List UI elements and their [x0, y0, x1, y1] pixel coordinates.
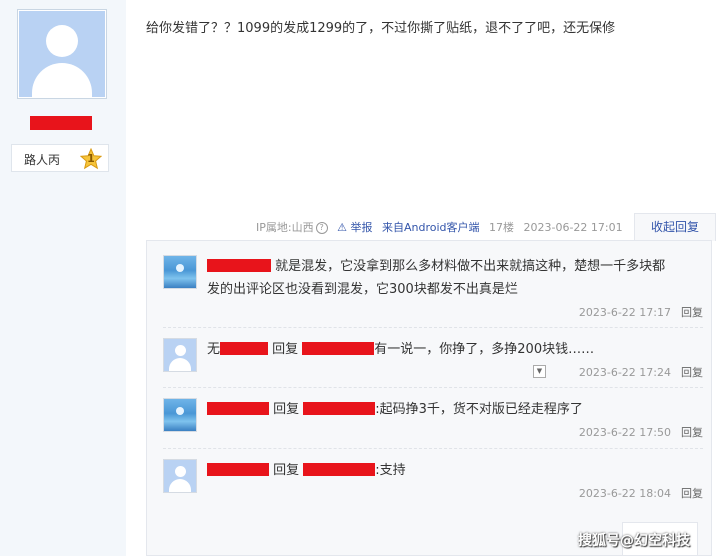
expand-arrow-icon[interactable]: ▼ — [533, 365, 546, 378]
ip-location: IP属地:山西 — [256, 221, 314, 234]
reply-button[interactable]: 回复 — [681, 487, 703, 500]
warning-icon: ⚠ — [337, 221, 347, 234]
username-redacted[interactable] — [220, 342, 269, 355]
post-tail-bar: IP属地:山西? ⚠ 举报 来自Android客户端 17楼 2023-06-2… — [256, 219, 623, 235]
reply-text: 就是混发，它没拿到那么多材料做不出来就搞这种，楚想一千多块都 发的出评论区也没看… — [207, 259, 666, 297]
username-redacted[interactable] — [207, 402, 269, 415]
reply-text: 无 回复 有一说一，你挣了，多挣200块钱…… — [207, 342, 595, 357]
help-icon[interactable]: ? — [315, 222, 328, 234]
reply-meta: 2023-6-22 18:04 回复 — [579, 485, 703, 501]
reply-meta: 2023-6-22 17:17 回复 — [579, 304, 703, 320]
reply-item: 就是混发，它没拿到那么多材料做不出来就搞这种，楚想一千多块都 发的出评论区也没看… — [163, 255, 703, 320]
divider — [163, 327, 703, 328]
target-username-redacted[interactable] — [303, 463, 376, 476]
floor-number: 17楼 — [489, 221, 514, 234]
reply-text: 回复 :支持 — [207, 459, 703, 482]
client-source[interactable]: 来自Android客户端 — [382, 221, 480, 234]
username-redacted[interactable] — [207, 463, 269, 476]
username-redacted[interactable] — [207, 259, 271, 272]
default-avatar-icon — [19, 11, 105, 97]
reply-avatar[interactable] — [163, 459, 197, 493]
author-sidebar: 路人丙 1 — [0, 0, 126, 556]
reply-time: 2023-6-22 17:24 — [578, 366, 671, 379]
reply-text: 回复 :起码挣3千，货不对版已经走程序了 — [207, 398, 703, 421]
reply-button[interactable]: 回复 — [681, 306, 703, 319]
reply-item: 无 回复 有一说一，你挣了，多挣200块钱…… ▼ 2023-6-22 17:2… — [163, 338, 703, 380]
reply-button[interactable]: 回复 — [681, 426, 703, 439]
post-time: 2023-06-22 17:01 — [523, 221, 623, 234]
reply-meta: 2023-6-22 17:24 回复 — [579, 364, 703, 380]
reply-list: 就是混发，它没拿到那么多材料做不出来就搞这种，楚想一千多块都 发的出评论区也没看… — [146, 240, 712, 556]
user-level-badge[interactable]: 路人丙 1 — [11, 144, 109, 172]
poster-name-redacted[interactable] — [30, 116, 92, 130]
reply-meta: 2023-6-22 17:50 回复 — [579, 424, 703, 440]
post-content: 给你发错了？？1099的发成1299的了，不过你撕了贴纸，退不了了吧，还无保修 — [146, 21, 616, 36]
level-number: 1 — [87, 152, 95, 165]
target-username-redacted[interactable] — [303, 402, 376, 415]
reply-time: 2023-6-22 17:17 — [578, 306, 671, 319]
watermark: 搜狐号@幻空科技 — [578, 533, 690, 549]
divider — [163, 448, 703, 449]
divider — [163, 387, 703, 388]
reply-avatar[interactable] — [163, 255, 197, 289]
reply-avatar[interactable] — [163, 338, 197, 372]
reply-button[interactable]: 回复 — [681, 366, 703, 379]
report-link[interactable]: 举报 — [350, 221, 372, 234]
target-username-redacted[interactable] — [302, 342, 375, 355]
level-name: 路人丙 — [24, 153, 61, 167]
reply-item: 回复 :支持 2023-6-22 18:04 回复 — [163, 459, 703, 501]
reply-time: 2023-6-22 18:04 — [578, 487, 671, 500]
poster-avatar[interactable] — [17, 9, 107, 99]
reply-time: 2023-6-22 17:50 — [578, 426, 671, 439]
reply-avatar[interactable] — [163, 398, 197, 432]
level-star-icon: 1 — [79, 147, 103, 170]
collapse-replies-button[interactable]: 收起回复 — [634, 213, 716, 241]
reply-item: 回复 :起码挣3千，货不对版已经走程序了 2023-6-22 17:50 回复 — [163, 398, 703, 440]
